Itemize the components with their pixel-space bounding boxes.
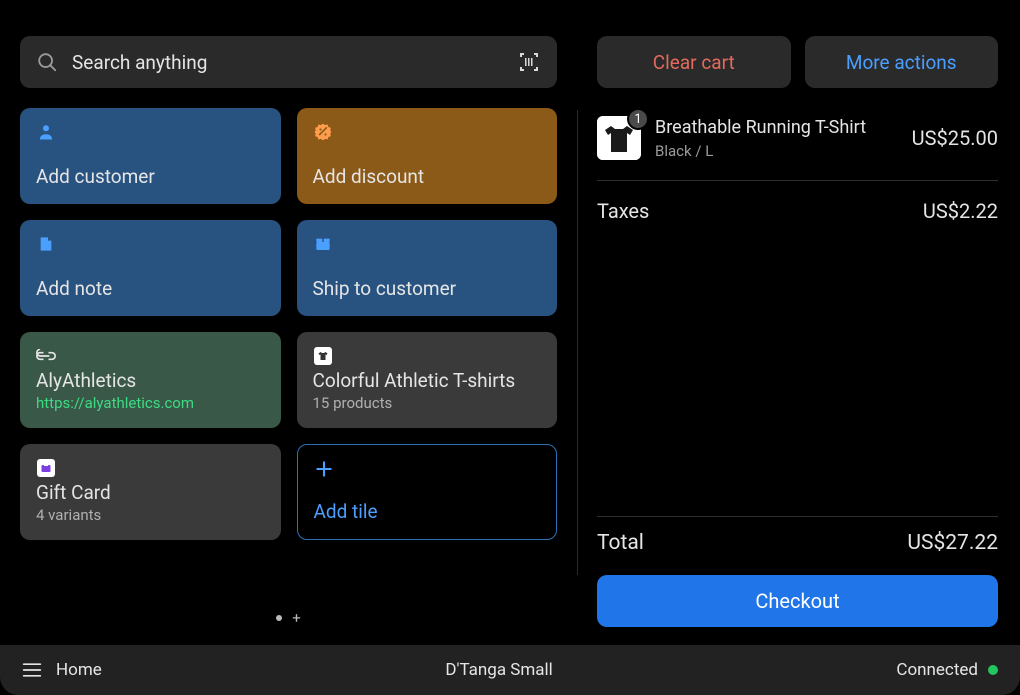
search-icon xyxy=(36,51,58,73)
tile-label: Add tile xyxy=(314,500,541,523)
status-dot-icon xyxy=(988,665,998,675)
more-actions-button[interactable]: More actions xyxy=(805,36,999,88)
tile-add-customer[interactable]: Add customer xyxy=(20,108,281,204)
right-panel: Clear cart More actions 1 Breathable Run… xyxy=(578,0,1020,645)
cart-item-price: US$25.00 xyxy=(912,126,998,150)
note-icon xyxy=(36,234,56,254)
tile-colorful-athletic[interactable]: Colorful Athletic T-shirts 15 products xyxy=(297,332,558,428)
gift-card-icon xyxy=(36,458,56,478)
link-icon xyxy=(36,346,56,366)
barcode-scan-icon[interactable] xyxy=(517,50,541,74)
tile-add-note[interactable]: Add note xyxy=(20,220,281,316)
cart-item[interactable]: 1 Breathable Running T-Shirt Black / L U… xyxy=(597,108,998,181)
footer: Home D'Tanga Small Connected xyxy=(0,645,1020,695)
taxes-value: US$2.22 xyxy=(923,199,998,223)
checkout-button[interactable]: Checkout xyxy=(597,575,998,627)
plus-icon xyxy=(314,459,334,479)
hamburger-icon[interactable] xyxy=(22,662,42,678)
product-thumb-icon xyxy=(313,346,333,366)
taxes-label: Taxes xyxy=(597,199,649,223)
tile-sublabel: 4 variants xyxy=(36,506,265,524)
total-label: Total xyxy=(597,531,644,555)
tile-label: Ship to customer xyxy=(313,277,542,300)
tile-label: Add discount xyxy=(313,165,542,188)
tile-gift-card[interactable]: Gift Card 4 variants xyxy=(20,444,281,540)
total-row: Total US$27.22 xyxy=(597,516,998,569)
tile-add-discount[interactable]: Add discount xyxy=(297,108,558,204)
cart: 1 Breathable Running T-Shirt Black / L U… xyxy=(597,108,998,241)
cart-item-qty-badge: 1 xyxy=(627,108,649,130)
ship-icon xyxy=(313,234,333,254)
pager-add-page[interactable]: + xyxy=(292,609,301,627)
left-panel: Search anything Add customer xyxy=(0,0,577,645)
total-value: US$27.22 xyxy=(907,531,998,555)
search-bar[interactable]: Search anything xyxy=(20,36,557,88)
tile-label: Gift Card xyxy=(36,481,265,504)
home-label[interactable]: Home xyxy=(56,660,102,680)
connected-label: Connected xyxy=(896,660,978,680)
pager-dot-active[interactable] xyxy=(276,615,282,621)
tile-alyathletics[interactable]: AlyAthletics https://alyathletics.com xyxy=(20,332,281,428)
tiles-grid: Add customer Add discount Add note xyxy=(20,108,557,540)
search-placeholder: Search anything xyxy=(72,51,503,74)
tile-label: Add note xyxy=(36,277,265,300)
discount-icon xyxy=(313,122,333,142)
cart-item-title: Breathable Running T-Shirt xyxy=(655,117,898,138)
tile-ship-to-customer[interactable]: Ship to customer xyxy=(297,220,558,316)
person-icon xyxy=(36,122,56,142)
tile-sublabel: 15 products xyxy=(313,394,542,412)
tile-sublabel: https://alyathletics.com xyxy=(36,394,265,412)
footer-center-label: D'Tanga Small xyxy=(102,660,897,680)
tile-label: Colorful Athletic T-shirts xyxy=(313,369,542,392)
taxes-row: Taxes US$2.22 xyxy=(597,181,998,241)
tile-label: AlyAthletics xyxy=(36,369,265,392)
clear-cart-button[interactable]: Clear cart xyxy=(597,36,791,88)
tile-add-tile[interactable]: Add tile xyxy=(297,444,558,540)
pager: + xyxy=(20,587,557,635)
tile-label: Add customer xyxy=(36,165,265,188)
cart-item-variant: Black / L xyxy=(655,142,898,160)
